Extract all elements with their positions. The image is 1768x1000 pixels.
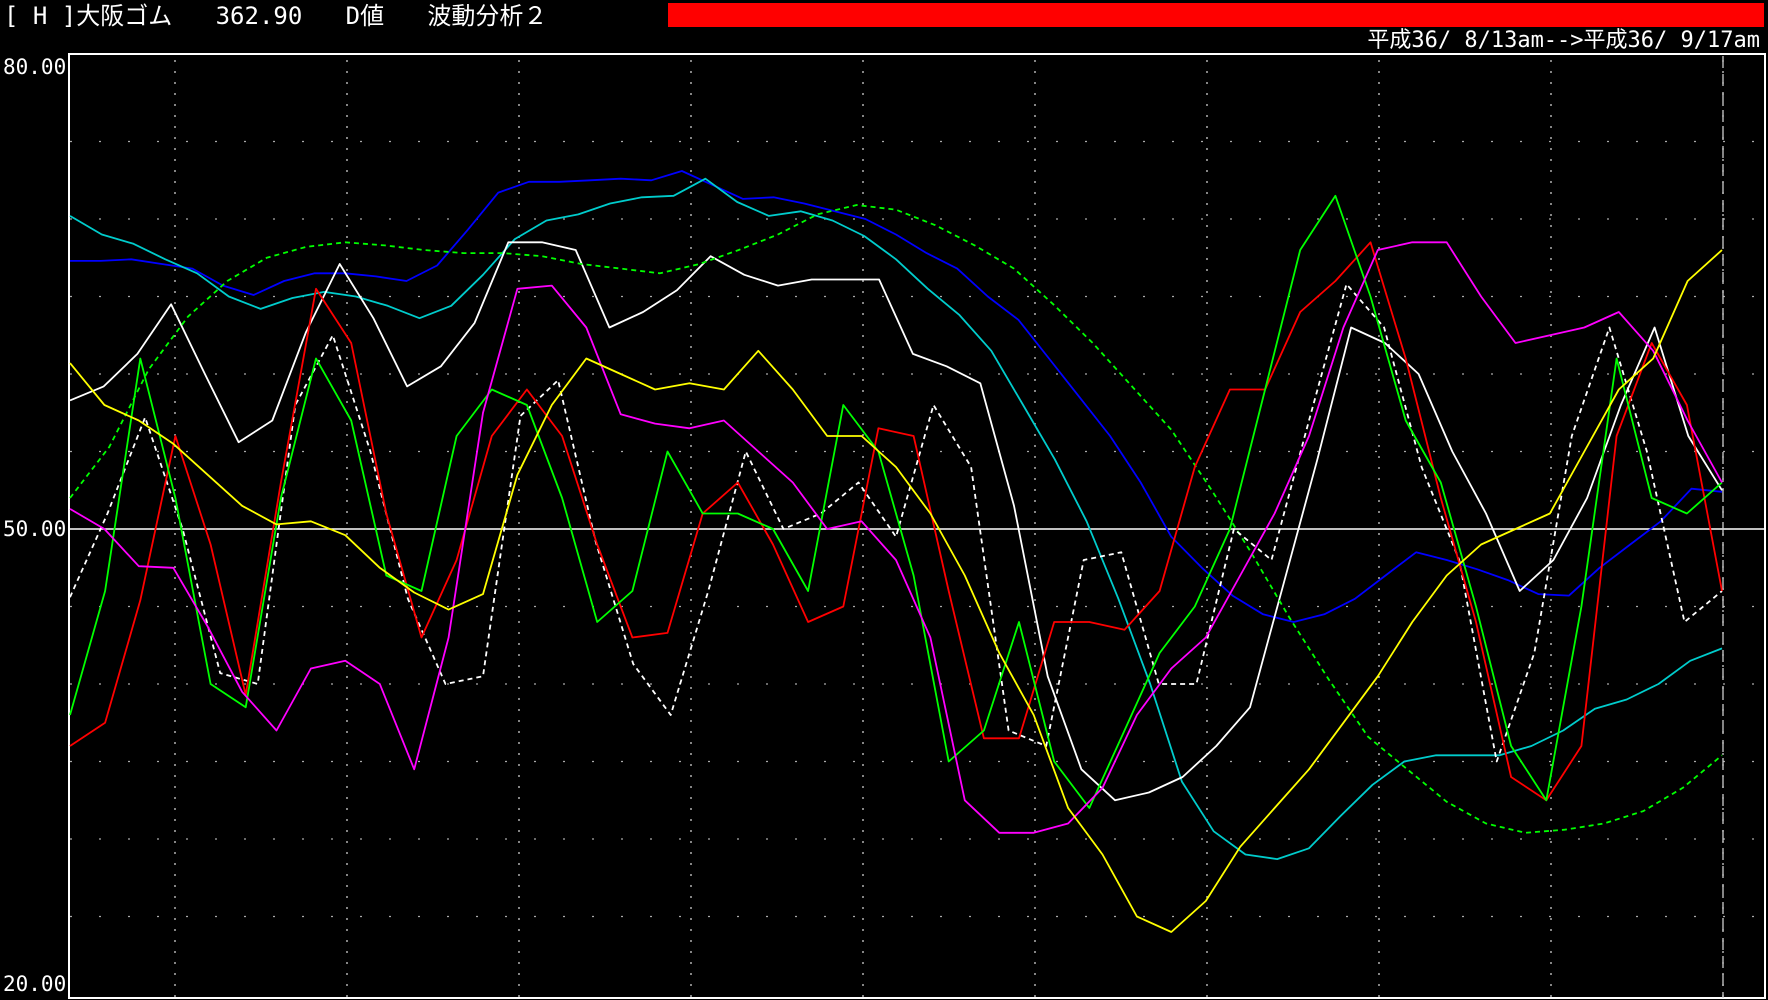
series-group <box>69 170 1723 933</box>
series-line-4 <box>69 283 1723 763</box>
wave-analysis-chart <box>68 53 1766 999</box>
series-line-0 <box>70 170 1723 623</box>
series-line-3 <box>69 204 1723 834</box>
series-line-7 <box>69 241 1723 834</box>
series-line-6 <box>69 194 1723 809</box>
series-line-1 <box>69 177 1723 860</box>
series-line-8 <box>69 249 1723 933</box>
series-line-2 <box>69 241 1723 802</box>
series-line-5 <box>69 241 1723 802</box>
